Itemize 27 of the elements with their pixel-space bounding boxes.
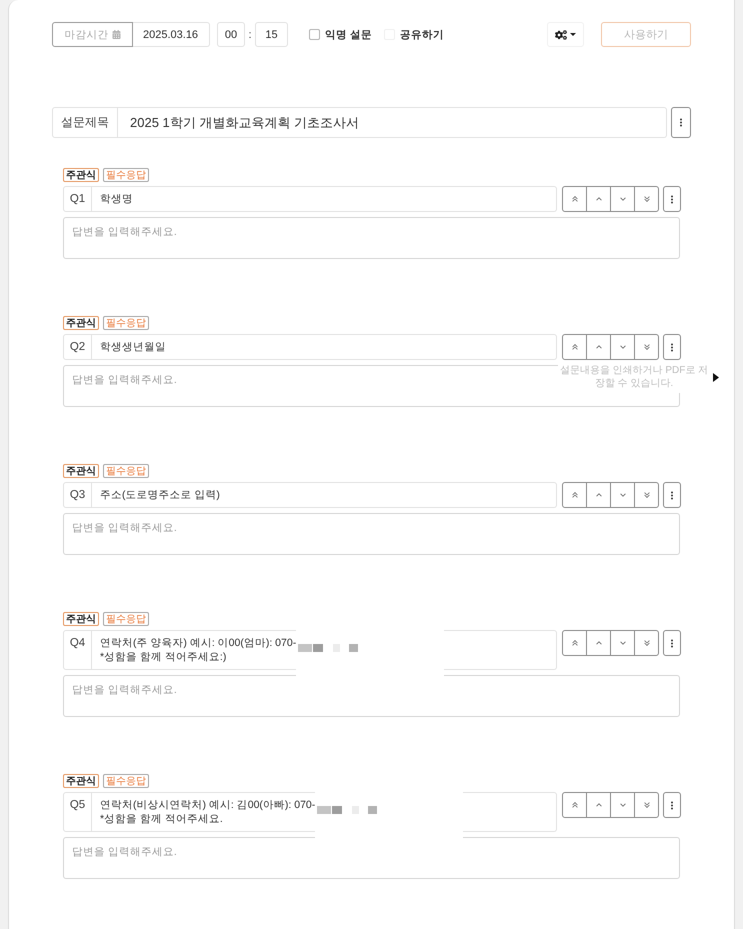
required-badge: 필수응답 <box>103 774 149 788</box>
required-badge: 필수응답 <box>103 612 149 626</box>
deadline-label: 마감시간 <box>64 28 108 42</box>
question-text: 주소(도로명주소로 입력) <box>100 488 220 502</box>
anonymous-label: 익명 설문 <box>325 28 372 42</box>
share-label: 공유하기 <box>400 28 444 42</box>
question-text: *성함을 함께 적어주세요:) <box>100 650 226 664</box>
question-text: 학생생년월일 <box>100 340 166 354</box>
required-badge: 필수응답 <box>103 316 149 330</box>
question-number: Q3 <box>63 482 92 508</box>
question-text: 연락처(비상시연락처) 예시: 김00(아빠): 070- <box>100 798 316 812</box>
required-badge: 필수응답 <box>103 464 149 478</box>
question-text: *성함을 함께 적어주세요. <box>100 812 223 826</box>
question-type-badge: 주관식 <box>63 316 99 330</box>
required-badge: 필수응답 <box>103 168 149 182</box>
question-number: Q4 <box>63 630 92 670</box>
time-separator: : <box>247 28 253 40</box>
question-number: Q1 <box>63 186 92 212</box>
question-text: 연락처(주 양육자) 예시: 이00(엄마): 070- <box>100 636 296 650</box>
question-text: 학생명 <box>100 192 133 206</box>
question-type-badge: 주관식 <box>63 612 99 626</box>
question-type-badge: 주관식 <box>63 168 99 182</box>
survey-title-label: 설문제목 <box>52 107 118 138</box>
question-number: Q2 <box>63 334 92 360</box>
question-type-badge: 주관식 <box>63 774 99 788</box>
question-type-badge: 주관식 <box>63 464 99 478</box>
question-number: Q5 <box>63 792 92 832</box>
